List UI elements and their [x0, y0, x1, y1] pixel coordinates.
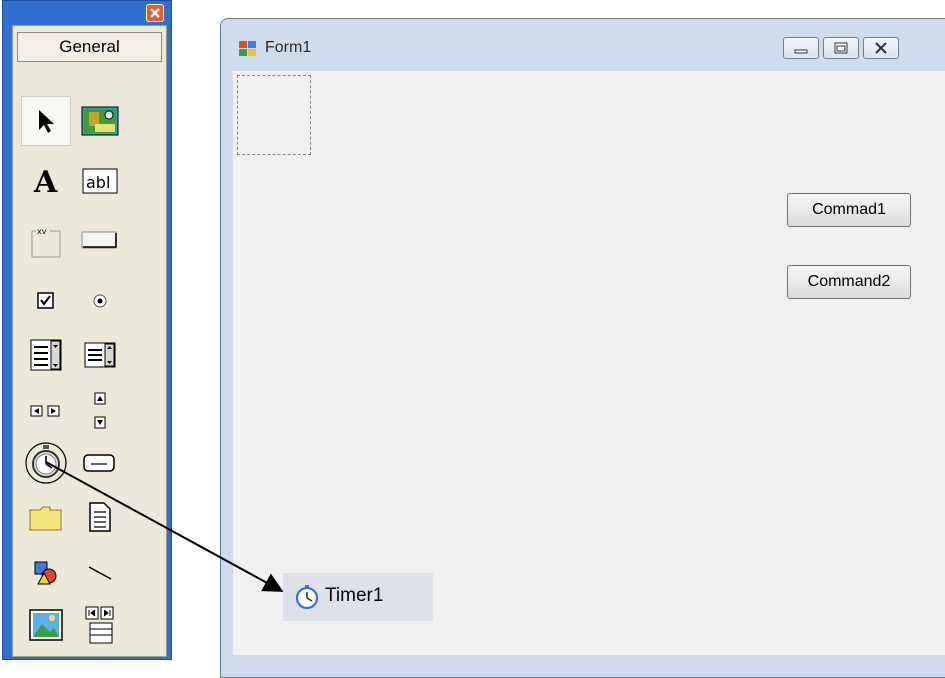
- filelistbox-icon: [89, 502, 111, 532]
- timer1-control[interactable]: Timer1: [283, 573, 433, 621]
- drivelistbox-tool[interactable]: [75, 438, 125, 488]
- picturebox-icon: [81, 106, 119, 136]
- minimize-icon: [794, 49, 808, 54]
- drivelistbox-icon: [83, 454, 115, 472]
- restore-icon: [834, 42, 848, 54]
- commandbutton-tool[interactable]: [75, 216, 125, 266]
- toolbox-panel: General A abl xv: [12, 25, 167, 657]
- timer1-label: Timer1: [325, 585, 384, 606]
- checkbox-tool[interactable]: [21, 276, 71, 326]
- toolbox-window: General A abl xv: [2, 0, 172, 660]
- form-icon: [239, 41, 256, 56]
- svg-text:A: A: [33, 166, 58, 196]
- form-client-area[interactable]: Commad1 Command2 Timer1: [233, 71, 945, 655]
- maximize-button[interactable]: [823, 37, 859, 59]
- pointer-icon: [39, 110, 54, 133]
- combobox-tool[interactable]: [21, 330, 71, 380]
- svg-text:xv: xv: [37, 227, 47, 236]
- commandbutton-icon: [81, 231, 117, 249]
- timer-icon: [25, 442, 67, 484]
- combobox-icon: [30, 339, 62, 371]
- timer-tool[interactable]: [21, 438, 71, 488]
- hscrollbar-icon: [30, 405, 60, 417]
- general-tab[interactable]: General: [17, 32, 162, 62]
- optionbutton-icon: [93, 294, 107, 308]
- checkbox-icon: [37, 292, 54, 309]
- line-tool[interactable]: [75, 548, 125, 598]
- filelistbox-tool[interactable]: [75, 492, 125, 542]
- hscrollbar-tool[interactable]: [21, 386, 71, 436]
- textbox-icon: abl: [82, 168, 118, 194]
- command2-button[interactable]: Command2: [787, 265, 911, 299]
- image-tool[interactable]: [21, 600, 71, 650]
- selection-placeholder: [237, 75, 311, 155]
- form-window[interactable]: Form1 Commad1 Command2 Timer1: [220, 18, 945, 678]
- data-tool[interactable]: [75, 600, 125, 650]
- image-icon: [29, 609, 63, 641]
- toolbox-close-button[interactable]: [146, 4, 164, 22]
- vscrollbar-tool[interactable]: [75, 386, 125, 436]
- listbox-tool[interactable]: [75, 330, 125, 380]
- optionbutton-tool[interactable]: [75, 276, 125, 326]
- pointer-tool[interactable]: [21, 96, 71, 146]
- listbox-icon: [84, 342, 116, 368]
- shape-tool[interactable]: [21, 548, 71, 598]
- label-icon: A: [33, 166, 58, 196]
- vscrollbar-icon: [94, 392, 106, 429]
- close-button[interactable]: [863, 37, 899, 59]
- command1-button[interactable]: Commad1: [787, 193, 911, 227]
- dirlistbox-tool[interactable]: [21, 492, 71, 542]
- form-title: Form1: [265, 39, 312, 56]
- textbox-tool[interactable]: abl: [75, 156, 125, 206]
- minimize-button[interactable]: [783, 37, 819, 59]
- shape-icon: [34, 561, 57, 585]
- dirlistbox-icon: [29, 506, 62, 531]
- picturebox-tool[interactable]: [75, 96, 125, 146]
- frame-tool[interactable]: xv: [21, 216, 71, 266]
- frame-icon: xv: [31, 227, 61, 258]
- timer-icon: [295, 585, 319, 610]
- data-icon: [85, 606, 114, 644]
- svg-text:abl: abl: [86, 173, 110, 192]
- close-icon: [875, 42, 887, 54]
- label-tool[interactable]: A: [21, 156, 71, 206]
- line-icon: [88, 566, 112, 580]
- close-icon: [150, 8, 160, 18]
